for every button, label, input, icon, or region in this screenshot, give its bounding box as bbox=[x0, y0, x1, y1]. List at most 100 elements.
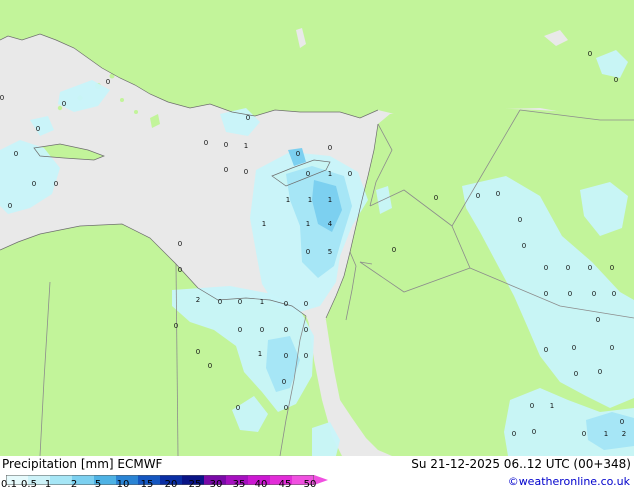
grid-point-value: 0 bbox=[236, 404, 240, 412]
grid-point-value: 0 bbox=[596, 316, 600, 324]
grid-point-value: 0 bbox=[530, 402, 534, 410]
grid-point-value: 0 bbox=[544, 264, 548, 272]
legend-label: 5 bbox=[94, 479, 102, 490]
grid-point-value: 0 bbox=[36, 125, 40, 133]
grid-point-value: 0 bbox=[610, 264, 614, 272]
grid-point-value: 1 bbox=[244, 142, 248, 150]
grid-point-value: 0 bbox=[614, 76, 618, 84]
legend-label: 2 bbox=[70, 479, 78, 490]
legend-label: 50 bbox=[303, 479, 317, 490]
grid-point-value: 0 bbox=[106, 78, 110, 86]
grid-point-value: 0 bbox=[244, 168, 248, 176]
grid-point-value: 0 bbox=[588, 50, 592, 58]
grid-point-value: 0 bbox=[532, 428, 536, 436]
legend-label: 45 bbox=[278, 479, 292, 490]
grid-point-value: 0 bbox=[32, 180, 36, 188]
grid-point-value: 0 bbox=[348, 170, 352, 178]
grid-point-value: 0 bbox=[284, 404, 288, 412]
legend-label: 35 bbox=[232, 479, 246, 490]
grid-point-value: 0 bbox=[620, 418, 624, 426]
grid-point-value: 0 bbox=[224, 141, 228, 149]
grid-point-value: 0 bbox=[208, 362, 212, 370]
legend-label: 20 bbox=[164, 479, 178, 490]
grid-point-value: 0 bbox=[246, 114, 250, 122]
grid-point-value: 0 bbox=[62, 100, 66, 108]
grid-point-value: 4 bbox=[328, 220, 333, 228]
grid-point-value: 0 bbox=[260, 326, 264, 334]
legend-swatch bbox=[50, 475, 73, 485]
legend-label: 0.5 bbox=[21, 479, 37, 490]
legend-label: 15 bbox=[140, 479, 154, 490]
grid-point-value: 0 bbox=[8, 202, 12, 210]
legend-label: 10 bbox=[116, 479, 130, 490]
grid-point-value: 0 bbox=[566, 264, 570, 272]
valid-time: Su 21-12-2025 06..12 UTC (00+348) bbox=[411, 457, 631, 471]
grid-point-value: 0 bbox=[544, 346, 548, 354]
credit-link[interactable]: ©weatheronline.co.uk bbox=[508, 475, 630, 488]
grid-point-value: 0 bbox=[592, 290, 596, 298]
grid-point-value: 1 bbox=[328, 170, 332, 178]
grid-point-value: 0 bbox=[238, 298, 242, 306]
grid-point-value: 0 bbox=[178, 240, 182, 248]
grid-point-value: 1 bbox=[262, 220, 266, 228]
grid-point-value: 0 bbox=[588, 264, 592, 272]
grid-point-value: 1 bbox=[328, 196, 332, 204]
grid-point-value: 1 bbox=[260, 298, 264, 306]
grid-point-value: 0 bbox=[54, 180, 58, 188]
grid-point-value: 0 bbox=[178, 266, 182, 274]
grid-point-value: 1 bbox=[308, 196, 312, 204]
grid-point-value: 0 bbox=[14, 150, 18, 158]
grid-point-value: 0 bbox=[612, 290, 616, 298]
grid-point-value: 0 bbox=[304, 352, 308, 360]
grid-point-value: 1 bbox=[550, 402, 554, 410]
legend-label: 30 bbox=[209, 479, 223, 490]
grid-point-value: 0 bbox=[574, 370, 578, 378]
grid-point-value: 0 bbox=[522, 242, 526, 250]
grid-point-value: 0 bbox=[544, 290, 548, 298]
islet bbox=[120, 98, 124, 102]
grid-point-value: 0 bbox=[512, 430, 516, 438]
grid-point-value: 0 bbox=[238, 326, 242, 334]
grid-point-value: 0 bbox=[304, 300, 308, 308]
grid-point-value: 1 bbox=[258, 350, 262, 358]
grid-point-value: 1 bbox=[604, 430, 608, 438]
grid-point-value: 0 bbox=[306, 248, 310, 256]
grid-point-value: 5 bbox=[328, 248, 332, 256]
footer: Precipitation [mm] ECMWF Su 21-12-2025 0… bbox=[0, 456, 634, 490]
grid-point-value: 0 bbox=[282, 378, 286, 386]
islet bbox=[134, 110, 138, 114]
grid-point-value: 0 bbox=[496, 190, 500, 198]
grid-point-value: 0 bbox=[434, 194, 438, 202]
grid-point-value: 0 bbox=[224, 166, 228, 174]
grid-point-value: 2 bbox=[622, 430, 626, 438]
grid-point-value: 1 bbox=[306, 220, 310, 228]
grid-point-value: 0 bbox=[204, 139, 208, 147]
grid-point-value: 0 bbox=[284, 352, 288, 360]
grid-point-value: 2 bbox=[196, 296, 200, 304]
grid-point-value: 0 bbox=[518, 216, 522, 224]
legend-label: 40 bbox=[254, 479, 268, 490]
grid-point-value: 0 bbox=[568, 290, 572, 298]
grid-point-value: 0 bbox=[572, 344, 576, 352]
grid-point-value: 0 bbox=[196, 348, 200, 356]
grid-point-value: 0 bbox=[328, 144, 332, 152]
precipitation-map: 0 0 0 0 0 0 0 0 0 0 1 0 0 0 0 0 0 1 0 1 1 1 1 1 4 0 5 0 0 2 0 0 1 0 0 0 0 0 0 0… bbox=[0, 0, 634, 456]
grid-point-value: 0 bbox=[476, 192, 480, 200]
grid-point-value: 1 bbox=[286, 196, 290, 204]
grid-point-value: 0 bbox=[306, 170, 310, 178]
grid-point-value: 0 bbox=[174, 322, 178, 330]
grid-point-value: 0 bbox=[610, 344, 614, 352]
grid-point-value: 0 bbox=[582, 430, 586, 438]
grid-point-value: 0 bbox=[284, 300, 288, 308]
grid-point-value: 0 bbox=[304, 326, 308, 334]
legend-label: 0.1 bbox=[1, 479, 17, 490]
grid-point-value: 0 bbox=[598, 368, 602, 376]
grid-point-value: 0 bbox=[392, 246, 396, 254]
map-title: Precipitation [mm] ECMWF bbox=[2, 457, 163, 471]
grid-point-value: 0 bbox=[0, 94, 4, 102]
legend-label: 1 bbox=[44, 479, 52, 490]
legend-label: 25 bbox=[188, 479, 202, 490]
grid-point-value: 0 bbox=[218, 298, 222, 306]
grid-point-value: 0 bbox=[284, 326, 288, 334]
grid-point-value: 0 bbox=[296, 150, 300, 158]
